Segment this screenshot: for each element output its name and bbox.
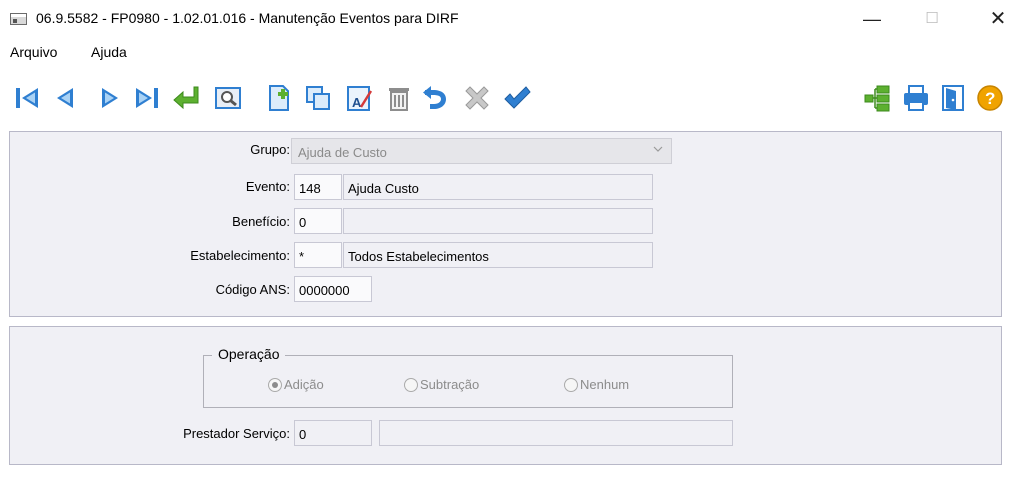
previous-icon[interactable] <box>51 83 81 113</box>
evento-code-field[interactable]: 148 <box>294 174 342 200</box>
operacao-legend: Operação <box>212 346 286 362</box>
radio-unchecked-icon <box>404 378 418 392</box>
maximize-button[interactable]: ☐ <box>912 6 952 32</box>
grupo-label: Grupo: <box>250 142 290 157</box>
undo-icon[interactable] <box>420 83 450 113</box>
codigo-ans-field[interactable]: 0000000 <box>294 276 372 302</box>
menu-ajuda[interactable]: Ajuda <box>91 44 127 60</box>
tree-icon[interactable] <box>862 83 892 113</box>
estabelecimento-label: Estabelecimento: <box>190 248 290 263</box>
help-icon[interactable]: ? <box>975 83 1005 113</box>
cancel-icon[interactable] <box>462 83 492 113</box>
evento-label: Evento: <box>245 179 290 194</box>
radio-nenhum[interactable]: Nenhum <box>564 377 629 392</box>
radio-adicao-label: Adição <box>284 377 324 392</box>
delete-icon[interactable] <box>384 83 414 113</box>
last-icon[interactable] <box>131 83 161 113</box>
estabelecimento-code-field[interactable]: * <box>294 242 342 268</box>
new-icon[interactable] <box>264 83 294 113</box>
radio-nenhum-label: Nenhum <box>580 377 630 392</box>
close-button[interactable]: ✕ <box>978 6 1010 32</box>
prestador-label: Prestador Serviço: <box>183 426 290 441</box>
go-to-icon[interactable] <box>171 83 201 113</box>
prestador-code-field[interactable]: 0 <box>294 420 372 446</box>
window-title: 06.9.5582 - FP0980 - 1.02.01.016 - Manut… <box>36 10 459 26</box>
save-icon[interactable] <box>502 83 532 113</box>
menu-bar: Arquivo Ajuda <box>0 40 1010 64</box>
operacao-group: Operação Adição Subtração Nenhum <box>203 346 733 408</box>
grupo-select[interactable]: Ajuda de Custo <box>291 138 672 164</box>
title-bar: 06.9.5582 - FP0980 - 1.02.01.016 - Manut… <box>0 0 1010 38</box>
first-icon[interactable] <box>13 83 43 113</box>
print-icon[interactable] <box>901 83 931 113</box>
radio-subtracao-label: Subtração <box>420 377 480 392</box>
beneficio-label: Benefício: <box>232 214 290 229</box>
toolbar: A ? <box>0 69 1010 129</box>
menu-arquivo[interactable]: Arquivo <box>10 44 57 60</box>
radio-subtracao[interactable]: Subtração <box>404 377 479 392</box>
minimize-button[interactable]: — <box>852 6 892 32</box>
radio-unchecked-icon <box>564 378 578 392</box>
next-icon[interactable] <box>94 83 124 113</box>
chevron-down-icon <box>653 146 663 152</box>
evento-desc-field: Ajuda Custo <box>343 174 653 200</box>
copy-icon[interactable] <box>303 83 333 113</box>
beneficio-code-field[interactable]: 0 <box>294 208 342 234</box>
radio-checked-icon <box>268 378 282 392</box>
radio-adicao[interactable]: Adição <box>268 377 324 392</box>
event-panel: Grupo: Ajuda de Custo Evento: 148 Ajuda … <box>9 131 1002 317</box>
codigo-ans-label: Código ANS: <box>215 282 290 297</box>
svg-text:A: A <box>352 95 362 110</box>
grupo-value: Ajuda de Custo <box>298 145 387 160</box>
exit-icon[interactable] <box>938 83 968 113</box>
estabelecimento-desc-field: Todos Estabelecimentos <box>343 242 653 268</box>
search-icon[interactable] <box>213 83 243 113</box>
edit-icon[interactable]: A <box>344 83 374 113</box>
operation-panel: Operação Adição Subtração Nenhum Prestad… <box>9 326 1002 465</box>
beneficio-desc-field <box>343 208 653 234</box>
app-icon <box>10 13 27 25</box>
svg-text:?: ? <box>985 89 995 108</box>
prestador-desc-field <box>379 420 733 446</box>
